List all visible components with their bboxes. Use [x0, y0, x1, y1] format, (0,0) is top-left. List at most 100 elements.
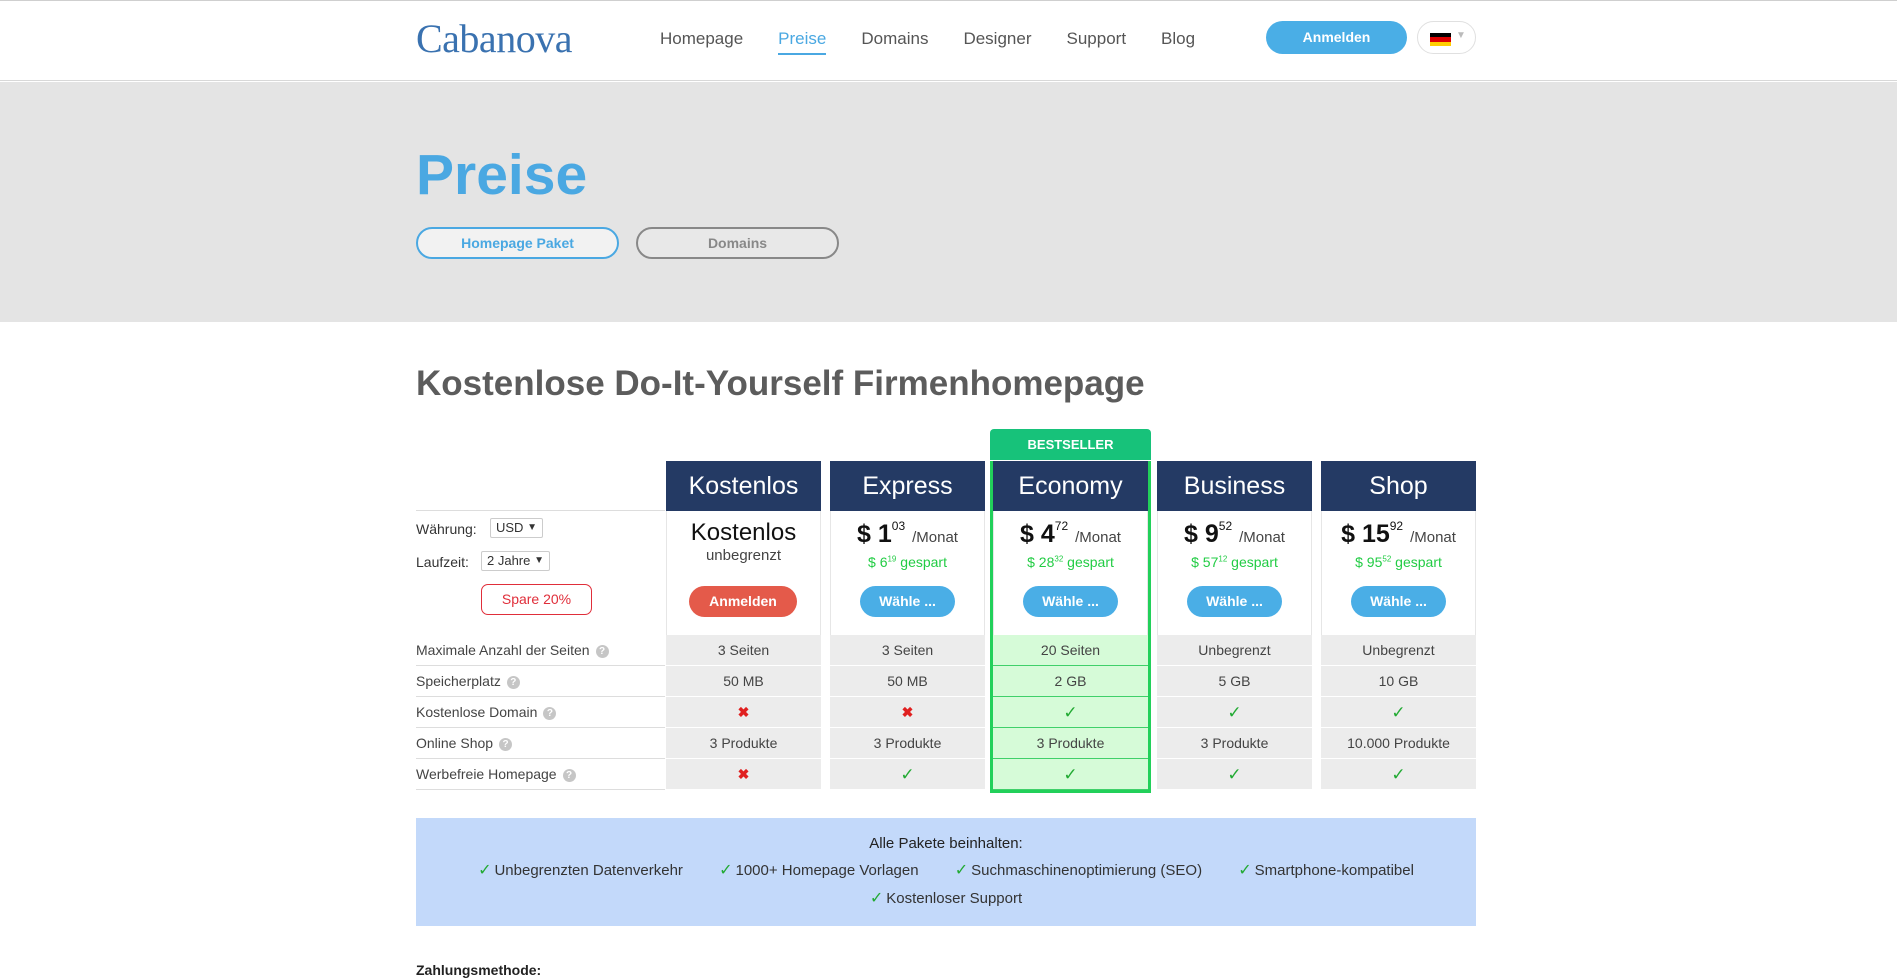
nav-homepage[interactable]: Homepage: [660, 29, 743, 55]
currency-label: Währung:: [416, 521, 477, 537]
savings: $ 619 gespart: [831, 554, 984, 570]
included-title: Alle Pakete beinhalten:: [869, 835, 1023, 852]
chevron-down-icon: ▼: [527, 522, 537, 533]
feature-cell: ✓: [1321, 759, 1476, 790]
feature-cell: ✓: [1157, 759, 1312, 790]
savings-cents: 52: [1382, 554, 1392, 564]
included-item: ✓ Smartphone-kompatibel: [1238, 860, 1414, 880]
feature-row: Speicherplatz? 50 MB 50 MB 2 GB 5 GB 10 GB: [416, 666, 1476, 697]
price-title: Kostenlos: [690, 519, 797, 546]
hero-banner: Preise Homepage Paket Domains: [0, 82, 1897, 322]
feature-label-text: Werbefreie Homepage: [416, 766, 557, 782]
feature-label: Werbefreie Homepage?: [416, 766, 576, 782]
language-selector[interactable]: ▼: [1417, 21, 1476, 54]
feature-label-text: Maximale Anzahl der Seiten: [416, 642, 590, 658]
login-button[interactable]: Anmelden: [1266, 21, 1407, 54]
included-item: ✓ Suchmaschinenoptimierung (SEO): [955, 860, 1202, 880]
feature-cell: ✓: [830, 759, 985, 790]
plan-price-express: $ 103 /Monat $ 619 gespart Wähle ...: [830, 511, 985, 635]
nav-blog[interactable]: Blog: [1161, 29, 1195, 55]
check-icon: ✓: [1391, 703, 1406, 722]
currency-symbol: $: [1184, 520, 1198, 548]
tab-homepage-paket[interactable]: Homepage Paket: [416, 227, 619, 259]
price-cents: 03: [891, 519, 906, 533]
choose-express-button[interactable]: Wähle ...: [860, 586, 955, 617]
question-mark-icon[interactable]: ?: [543, 707, 557, 720]
price-cents: 52: [1218, 519, 1233, 533]
nav-preise[interactable]: Preise: [778, 29, 827, 55]
included-item-label: Unbegrenzten Datenverkehr: [494, 862, 683, 879]
savings-amount: $ 6: [868, 554, 888, 570]
question-mark-icon[interactable]: ?: [499, 738, 513, 751]
plan-price-shop: $ 1592 /Monat $ 9552 gespart Wähle ...: [1321, 511, 1476, 635]
feature-row: Maximale Anzahl der Seiten? 3 Seiten 3 Sei…: [416, 635, 1476, 666]
feature-cell: Unbegrenzt: [1157, 635, 1312, 666]
price-main: 15: [1361, 520, 1390, 548]
choose-shop-button[interactable]: Wähle ...: [1351, 586, 1446, 617]
included-item-label: Kostenloser Support: [886, 890, 1023, 907]
nav-designer[interactable]: Designer: [963, 29, 1031, 55]
plan-price-kostenlos: Kostenlos unbegrenzt Anmelden: [666, 511, 821, 635]
site-header: Cabanova Homepage Preise Domains Designe…: [0, 1, 1897, 81]
feature-label: Online Shop?: [416, 735, 513, 751]
cross-icon: ✖: [737, 766, 750, 782]
included-line-2: ✓ Kostenloser Support: [416, 888, 1476, 908]
nav-support[interactable]: Support: [1067, 29, 1127, 55]
price: $ 952 /Monat: [1158, 519, 1311, 549]
feature-row: Kostenlose Domain? ✖ ✖ ✓ ✓ ✓: [416, 697, 1476, 728]
savings-suffix: gespart: [1227, 554, 1278, 570]
feature-cell: 5 GB: [1157, 666, 1312, 697]
check-icon: ✓: [719, 862, 733, 879]
price: $ 1592 /Monat: [1322, 519, 1475, 549]
term-label: Laufzeit:: [416, 554, 469, 570]
question-mark-icon[interactable]: ?: [506, 676, 520, 689]
choose-business-button[interactable]: Wähle ...: [1187, 586, 1282, 617]
price-period: /Monat: [1239, 529, 1285, 546]
cross-icon: ✖: [737, 704, 750, 720]
register-button[interactable]: Anmelden: [689, 586, 797, 617]
price-subtitle: unbegrenzt: [705, 547, 782, 564]
feature-label-text: Online Shop: [416, 735, 494, 751]
feature-label-text: Speicherplatz: [416, 673, 501, 689]
tab-domains[interactable]: Domains: [636, 227, 839, 259]
included-line-1: ✓ Unbegrenzten Datenverkehr ✓ 1000+ Homepa…: [416, 860, 1476, 880]
price-main: 9: [1204, 520, 1219, 548]
check-icon: ✓: [1238, 862, 1252, 879]
save-badge: Spare 20%: [481, 584, 592, 615]
feature-cell: 3 Produkte: [1157, 728, 1312, 759]
savings: $ 9552 gespart: [1322, 554, 1475, 570]
price-period: /Monat: [1410, 529, 1456, 546]
currency-symbol: $: [1341, 520, 1355, 548]
question-mark-icon[interactable]: ?: [595, 645, 609, 658]
feature-cell: 50 MB: [830, 666, 985, 697]
check-icon: ✓: [954, 862, 969, 879]
included-item-label: Smartphone-kompatibel: [1254, 862, 1414, 879]
feature-label: Kostenlose Domain?: [416, 704, 557, 720]
nav-domains[interactable]: Domains: [861, 29, 928, 55]
included-item: ✓ Unbegrenzten Datenverkehr: [478, 860, 683, 880]
main-nav: Homepage Preise Domains Designer Support…: [660, 29, 1230, 55]
feature-row: Online Shop? 3 Produkte 3 Produkte 3 Produk…: [416, 728, 1476, 759]
plan-header-kostenlos: Kostenlos: [666, 461, 821, 511]
feature-cell: 3 Seiten: [830, 635, 985, 666]
included-item-label: Suchmaschinenoptimierung (SEO): [971, 862, 1203, 879]
currency-symbol: $: [857, 520, 871, 548]
cabanova-logo[interactable]: Cabanova: [416, 15, 572, 62]
savings-amount: $ 57: [1191, 554, 1219, 570]
price-cents: 92: [1389, 519, 1404, 533]
check-icon: ✓: [869, 890, 884, 907]
feature-cell: 3 Produkte: [666, 728, 821, 759]
feature-cell: Unbegrenzt: [1321, 635, 1476, 666]
included-features-box: Alle Pakete beinhalten: ✓ Unbegrenzten Da…: [416, 818, 1476, 926]
feature-label-text: Kostenlose Domain: [416, 704, 538, 720]
question-mark-icon[interactable]: ?: [562, 769, 576, 782]
currency-select[interactable]: USD ▼: [490, 518, 543, 538]
feature-cell: 3 Produkte: [830, 728, 985, 759]
feature-cell: 50 MB: [666, 666, 821, 697]
feature-cell: ✓: [1157, 697, 1312, 728]
term-select[interactable]: 2 Jahre ▼: [481, 551, 550, 571]
included-item: ✓ Kostenloser Support: [870, 888, 1022, 908]
plan-header-express: Express: [830, 461, 985, 511]
currency-value: USD: [496, 520, 524, 535]
feature-label: Speicherplatz?: [416, 673, 520, 689]
